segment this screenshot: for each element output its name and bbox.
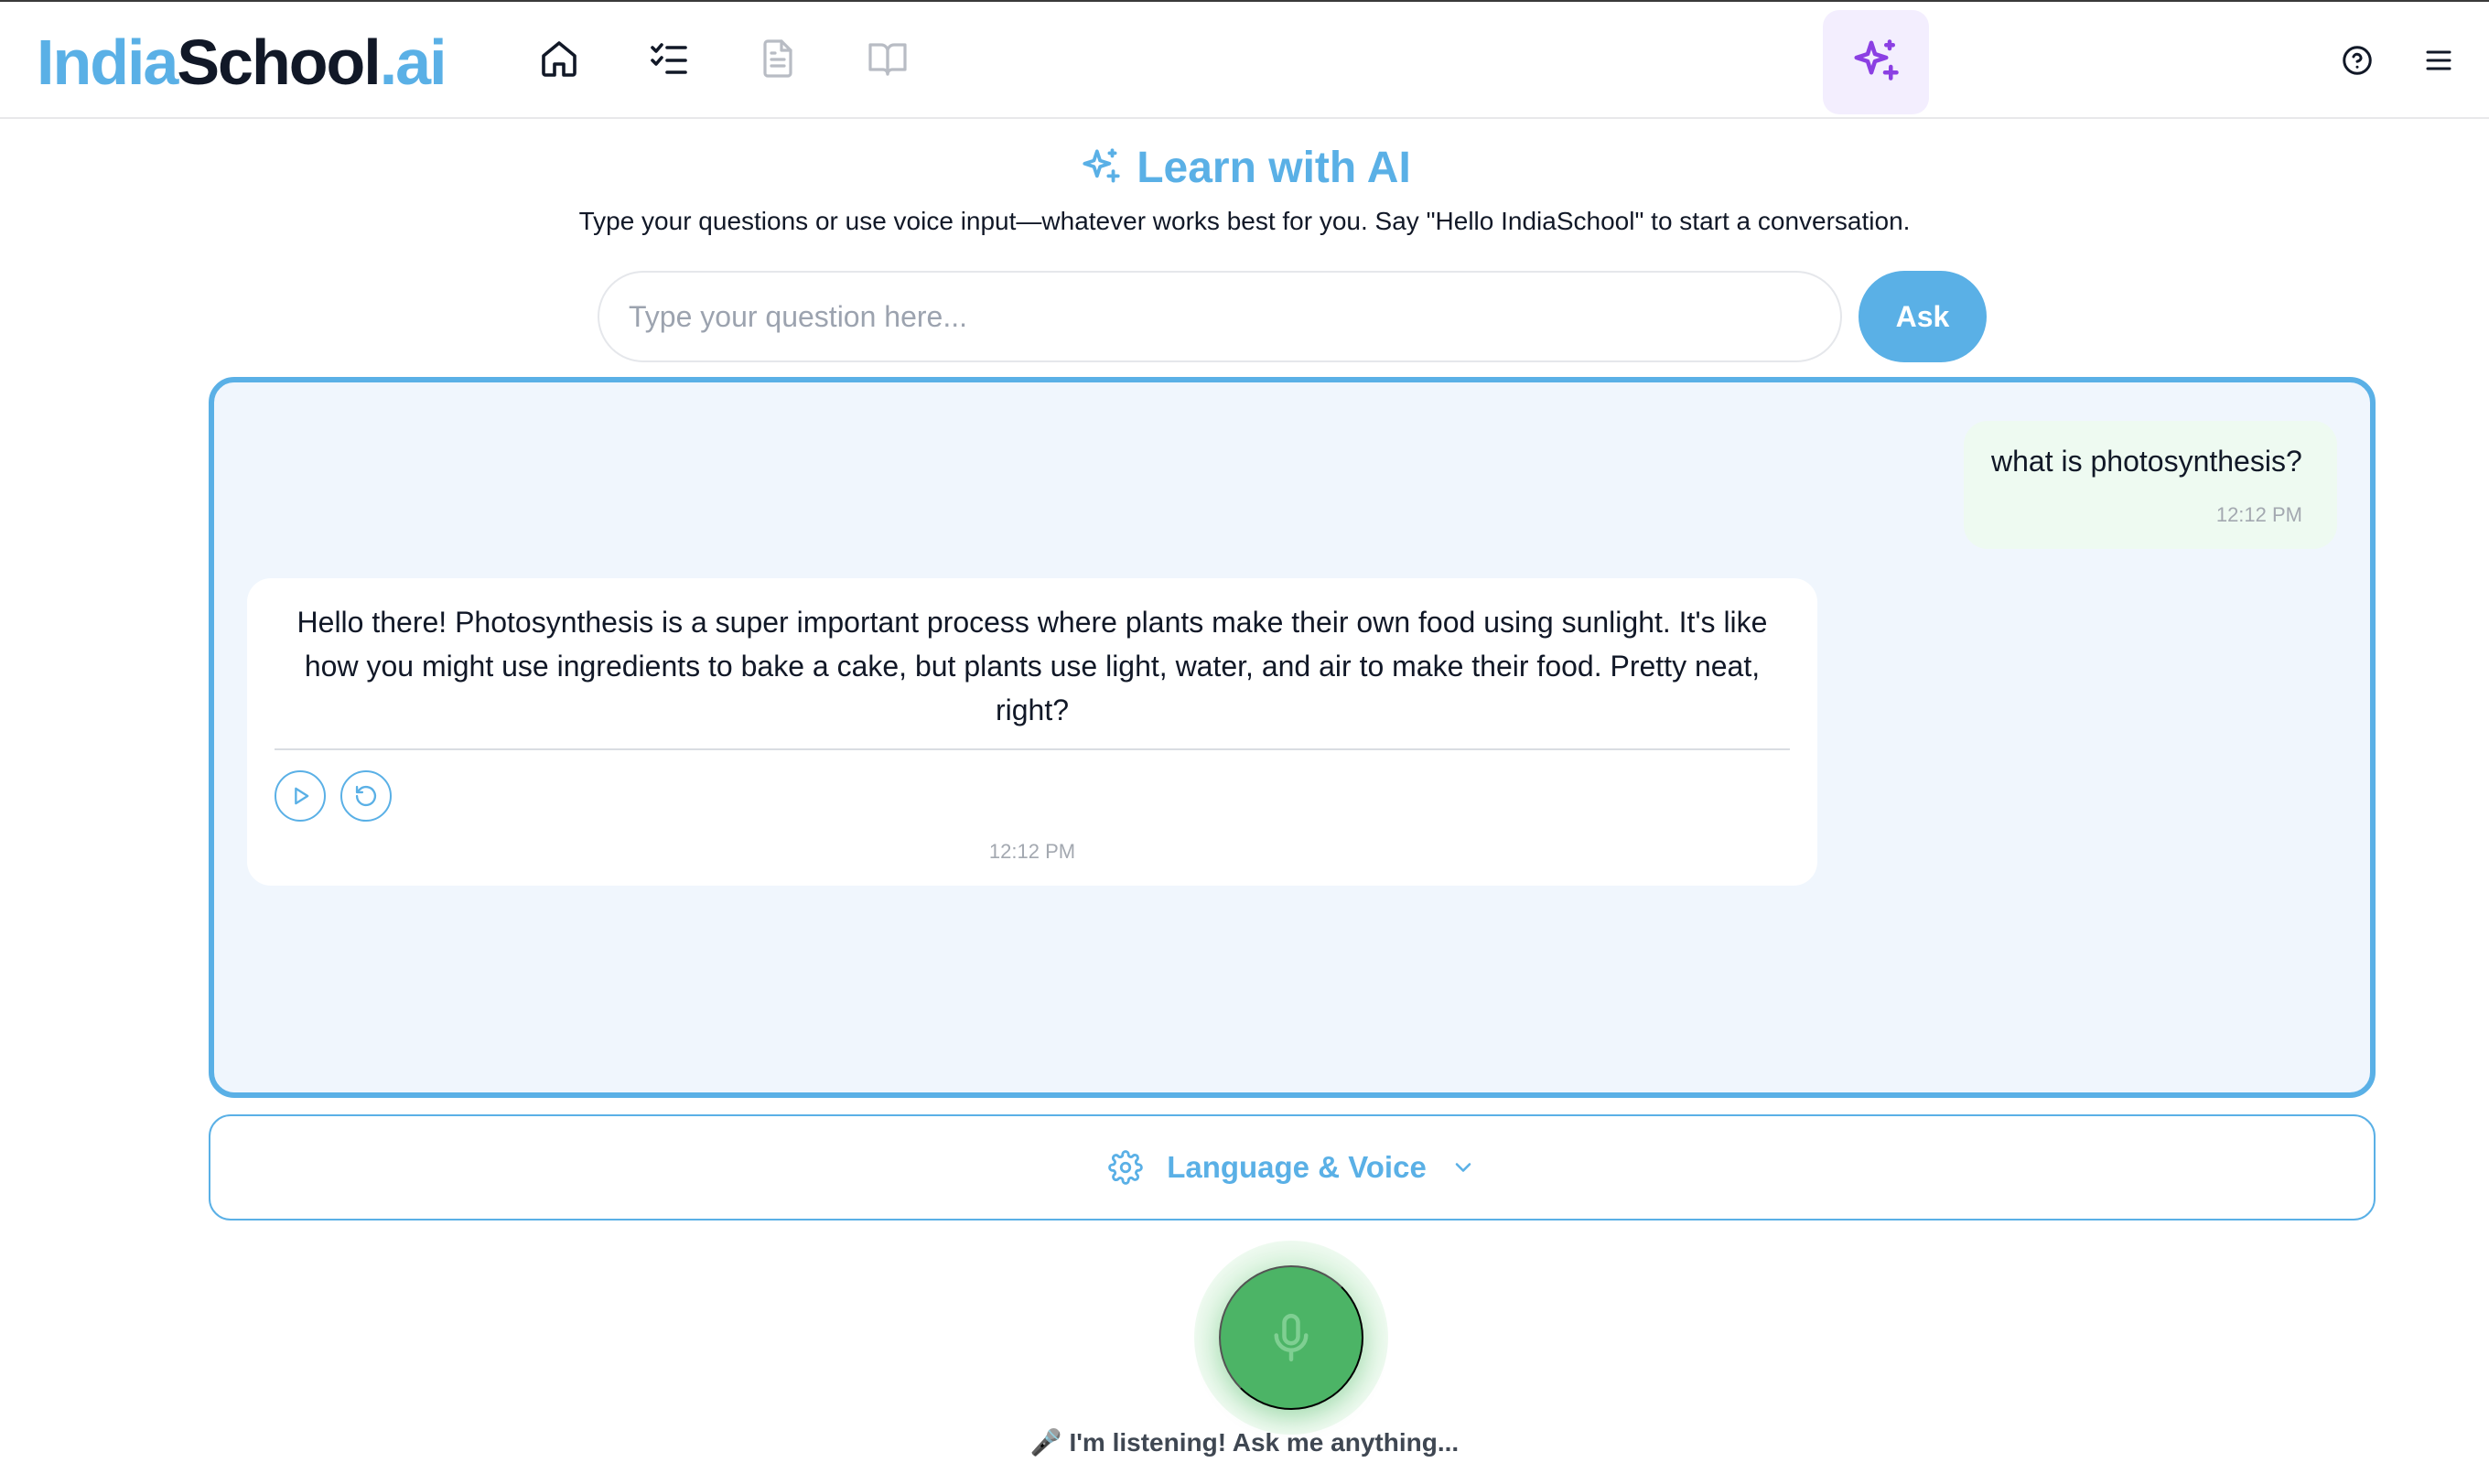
ask-button[interactable]: Ask: [1859, 271, 1987, 362]
sparkles-icon: [1083, 148, 1120, 183]
user-message-text: what is photosynthesis?: [1991, 445, 2302, 478]
help-circle-icon[interactable]: [2339, 42, 2376, 79]
user-message: what is photosynthesis? 12:12 PM: [1964, 421, 2337, 549]
chevron-down-icon: [1455, 1163, 1471, 1172]
gear-icon: [1108, 1150, 1143, 1185]
brand-logo[interactable]: IndiaSchool.ai: [37, 26, 447, 99]
top-navbar: IndiaSchool.ai: [0, 2, 2489, 119]
replay-button[interactable]: [340, 770, 392, 822]
ai-assistant-button[interactable]: [1823, 10, 1929, 114]
message-divider: [275, 748, 1790, 750]
page-title-text: Learn with AI: [1137, 143, 1411, 192]
rotate-ccw-icon: [355, 785, 377, 807]
language-voice-label: Language & Voice: [1167, 1150, 1427, 1184]
book-icon[interactable]: [862, 33, 913, 84]
chat-panel[interactable]: what is photosynthesis? 12:12 PM Hello t…: [209, 377, 2376, 1098]
sparkles-icon: [1854, 39, 1899, 81]
checklist-icon[interactable]: [643, 33, 695, 84]
page-subtitle: Type your questions or use voice input—w…: [578, 207, 1911, 235]
assistant-message: Hello there! Photosynthesis is a super i…: [247, 578, 1817, 886]
language-voice-toggle[interactable]: Language & Voice: [209, 1114, 2376, 1221]
assistant-message-text: Hello there! Photosynthesis is a super i…: [296, 606, 1768, 726]
question-input[interactable]: [598, 271, 1842, 362]
home-icon[interactable]: [533, 33, 585, 84]
page-title: Learn with AI: [0, 137, 2489, 198]
message-timestamp: 12:12 PM: [988, 840, 1076, 863]
play-audio-button[interactable]: [275, 770, 326, 822]
document-icon[interactable]: [752, 33, 803, 84]
play-icon: [295, 787, 309, 805]
microphone-button[interactable]: [1219, 1265, 1363, 1410]
microphone-icon: [1274, 1314, 1309, 1361]
voice-status-text: 🎤 I'm listening! Ask me anything...: [1029, 1428, 1460, 1457]
hamburger-menu-icon[interactable]: [2420, 42, 2457, 79]
message-timestamp: 12:12 PM: [2215, 503, 2302, 526]
